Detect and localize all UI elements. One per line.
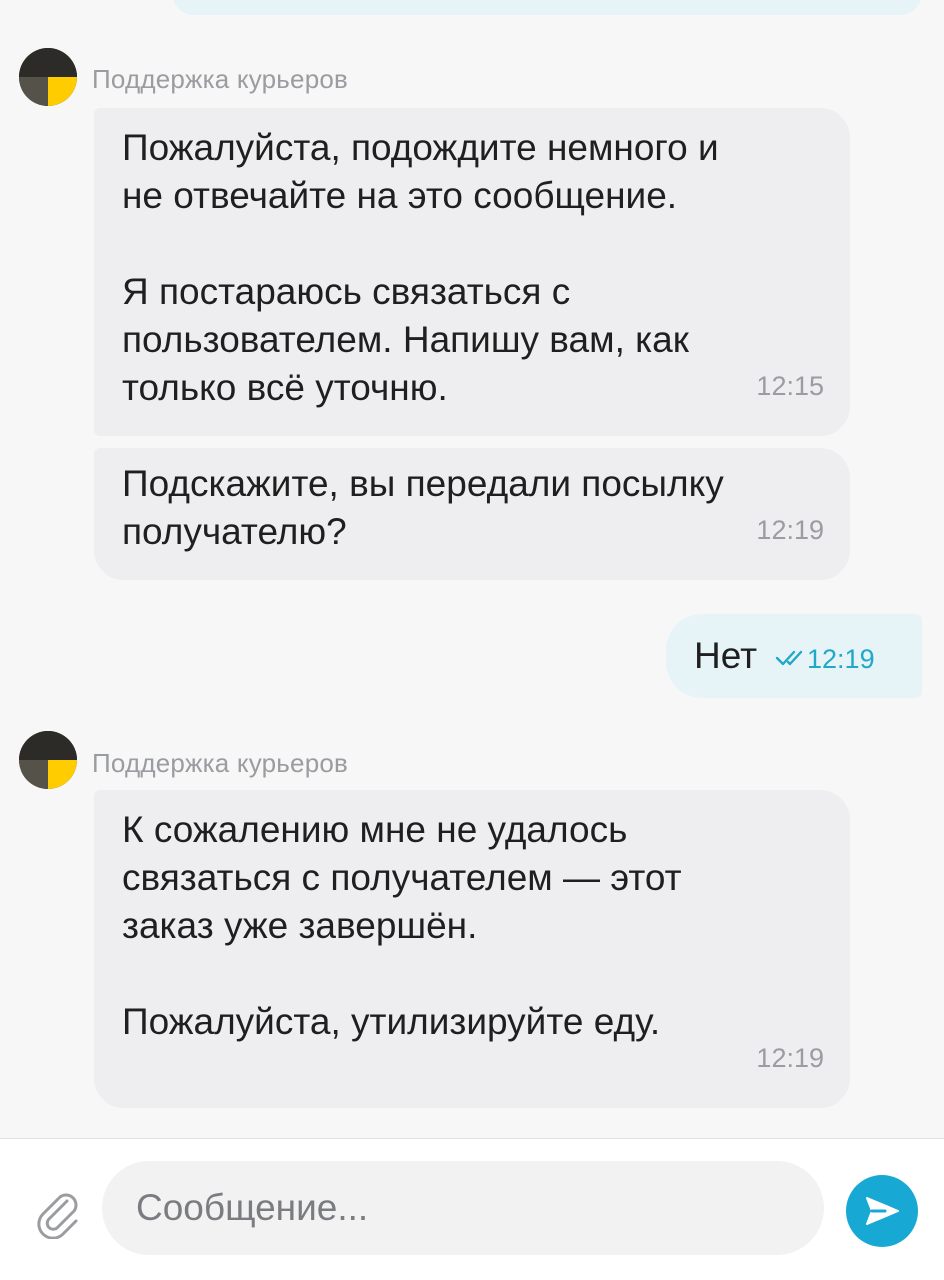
incoming-message[interactable]: Пожалуйста, подождите немного и не отвеч… xyxy=(94,108,850,436)
paperclip-icon[interactable] xyxy=(34,1189,84,1240)
message-time: 12:19 xyxy=(756,515,824,545)
incoming-message[interactable]: К сожалению мне не удалось связаться с п… xyxy=(94,790,850,1108)
double-check-icon xyxy=(775,649,805,667)
message-composer xyxy=(0,1139,944,1280)
chat-screen: Поддержка курьеров Пожалуйста, подождите… xyxy=(0,0,944,1280)
incoming-message[interactable]: Подскажите, вы передали посылку получате… xyxy=(94,448,850,580)
message-time: 12:19 xyxy=(807,643,875,674)
support-avatar[interactable] xyxy=(19,731,77,789)
message-text: Пожалуйста, подождите немного и не отвеч… xyxy=(122,127,719,408)
message-time: 12:15 xyxy=(756,371,824,401)
sender-name: Поддержка курьеров xyxy=(92,748,349,778)
message-text: К сожалению мне не удалось связаться с п… xyxy=(122,809,682,1042)
previous-message-bubble xyxy=(172,0,922,15)
support-avatar[interactable] xyxy=(19,48,77,106)
message-text: Подскажите, вы передали посылку получате… xyxy=(122,463,724,552)
outgoing-message[interactable]: Нет 12:19 xyxy=(666,614,922,698)
message-time: 12:19 xyxy=(756,1043,824,1073)
message-text: Нет xyxy=(694,635,758,676)
send-arrow-icon xyxy=(866,1197,899,1225)
message-list[interactable]: Поддержка курьеров Пожалуйста, подождите… xyxy=(0,0,944,1138)
sender-name: Поддержка курьеров xyxy=(92,64,349,94)
send-button[interactable] xyxy=(846,1175,918,1247)
message-input[interactable] xyxy=(102,1161,824,1255)
